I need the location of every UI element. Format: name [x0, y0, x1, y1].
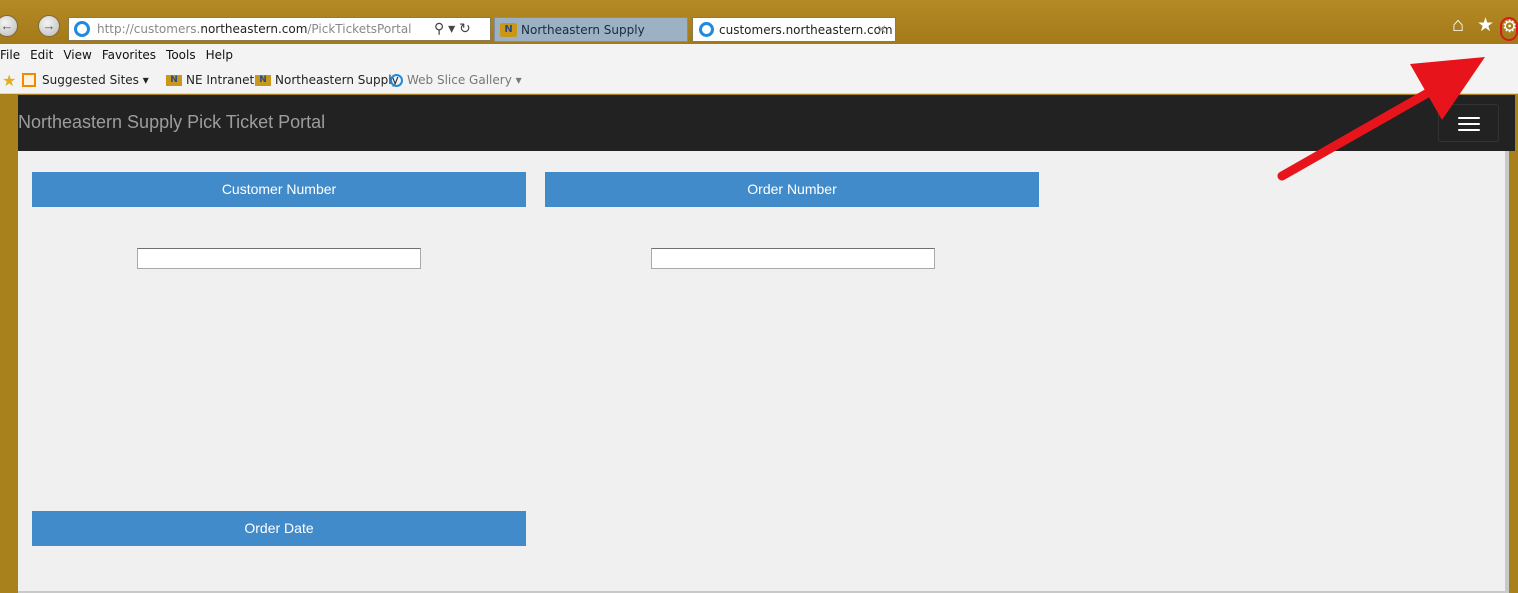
- menu-edit[interactable]: Edit: [30, 44, 53, 66]
- menu-tools[interactable]: Tools: [166, 44, 196, 66]
- url-text[interactable]: http://customers.northeastern.com/PickTi…: [97, 22, 412, 36]
- annotation-arrow-icon: [1277, 57, 1485, 181]
- menu-favorites[interactable]: Favorites: [102, 44, 156, 66]
- ie-icon: [699, 22, 714, 37]
- order-number-header: Order Number: [545, 172, 1039, 207]
- browser-titlebar: ← → http://customers.northeastern.com/Pi…: [0, 0, 1518, 44]
- northeastern-logo-icon: N: [166, 75, 182, 86]
- search-refresh-icons[interactable]: ⚲ ▾ ↻: [434, 20, 471, 37]
- favorites-star-icon[interactable]: ★: [1477, 14, 1494, 37]
- northeastern-logo-icon: N: [255, 75, 271, 86]
- tab-label: Northeastern Supply: [521, 23, 645, 37]
- forward-button[interactable]: →: [38, 15, 60, 37]
- home-icon[interactable]: ⌂: [1452, 14, 1464, 37]
- order-date-header: Order Date: [32, 511, 526, 546]
- favorites-star-icon[interactable]: ★: [2, 71, 16, 90]
- web-slice-icon: [390, 74, 403, 87]
- back-button[interactable]: ←: [0, 15, 18, 37]
- northeastern-logo-icon: N: [500, 23, 517, 37]
- tab-northeastern-supply[interactable]: N Northeastern Supply: [494, 17, 688, 42]
- menu-file[interactable]: File: [0, 44, 20, 66]
- customer-number-header: Customer Number: [32, 172, 526, 207]
- tab-label: customers.northeastern.com: [719, 23, 893, 37]
- fav-web-slice-gallery[interactable]: Web Slice Gallery ▾: [390, 73, 522, 87]
- order-number-input[interactable]: [651, 248, 935, 269]
- fav-suggested-sites[interactable]: Suggested Sites ▾: [42, 73, 149, 87]
- fav-northeastern-supply[interactable]: N Northeastern Supply: [255, 73, 399, 87]
- gear-highlight-circle: [1500, 17, 1518, 41]
- suggested-sites-icon: [22, 73, 36, 87]
- close-tab-icon[interactable]: ✕: [876, 18, 887, 43]
- menu-view[interactable]: View: [63, 44, 91, 66]
- menu-help[interactable]: Help: [206, 44, 233, 66]
- address-bar[interactable]: http://customers.northeastern.com/PickTi…: [68, 17, 491, 41]
- tab-customers-portal[interactable]: customers.northeastern.com ✕: [692, 17, 896, 42]
- ie-icon: [74, 21, 90, 37]
- fav-ne-intranet[interactable]: N NE Intranet: [166, 73, 254, 87]
- page-title[interactable]: Northeastern Supply Pick Ticket Portal: [18, 112, 325, 133]
- customer-number-input[interactable]: [137, 248, 421, 269]
